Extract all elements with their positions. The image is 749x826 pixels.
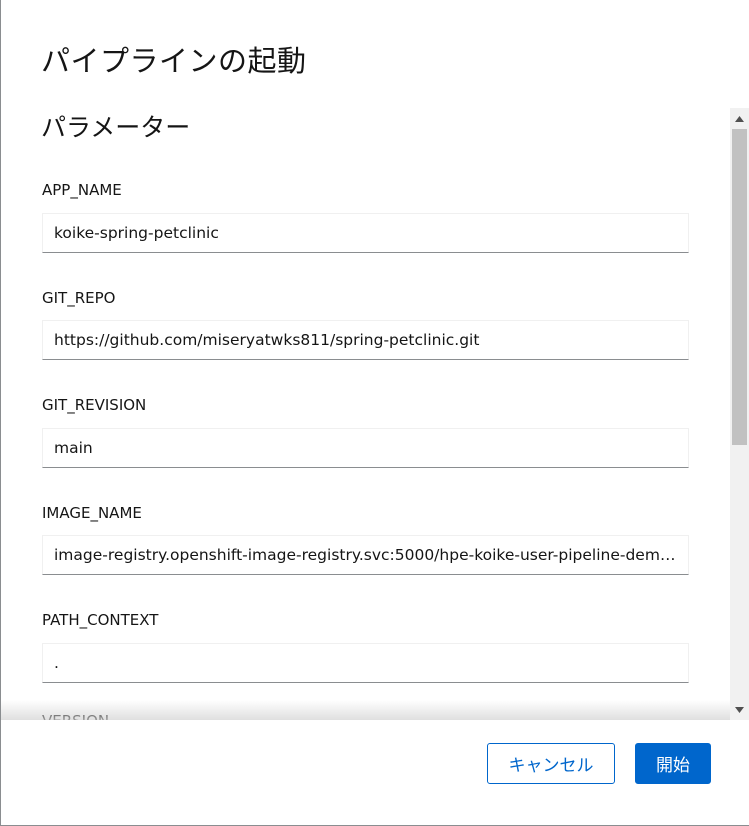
param-input-git-revision[interactable] xyxy=(42,428,689,468)
scroll-thumb[interactable] xyxy=(732,129,747,445)
vertical-scrollbar[interactable] xyxy=(730,108,749,720)
param-label-image-name: IMAGE_NAME xyxy=(42,504,142,522)
scroll-fade-shadow xyxy=(1,700,730,720)
cancel-button[interactable]: キャンセル xyxy=(487,743,615,784)
param-label-version: VERSION xyxy=(42,712,109,720)
start-button[interactable]: 開始 xyxy=(635,743,711,784)
modal-title: パイプラインの起動 xyxy=(41,44,307,78)
parameters-section-title: パラメーター xyxy=(41,113,191,142)
modal-body: パラメーター APP_NAME GIT_REPO GIT_REVISION IM… xyxy=(1,108,730,720)
param-input-app-name[interactable] xyxy=(42,213,689,253)
param-label-app-name: APP_NAME xyxy=(42,181,122,199)
param-label-path-context: PATH_CONTEXT xyxy=(42,611,159,629)
start-pipeline-modal: パイプラインの起動 パラメーター APP_NAME GIT_REPO GIT_R… xyxy=(0,0,749,826)
scroll-up-arrow-icon[interactable] xyxy=(730,110,749,127)
param-label-git-revision: GIT_REVISION xyxy=(42,396,147,414)
modal-footer: キャンセル 開始 xyxy=(1,720,749,825)
scroll-down-arrow-icon[interactable] xyxy=(730,701,749,718)
param-label-git-repo: GIT_REPO xyxy=(42,289,116,307)
param-input-image-name[interactable] xyxy=(42,535,689,575)
param-input-path-context[interactable] xyxy=(42,643,689,683)
param-input-git-repo[interactable] xyxy=(42,320,689,360)
